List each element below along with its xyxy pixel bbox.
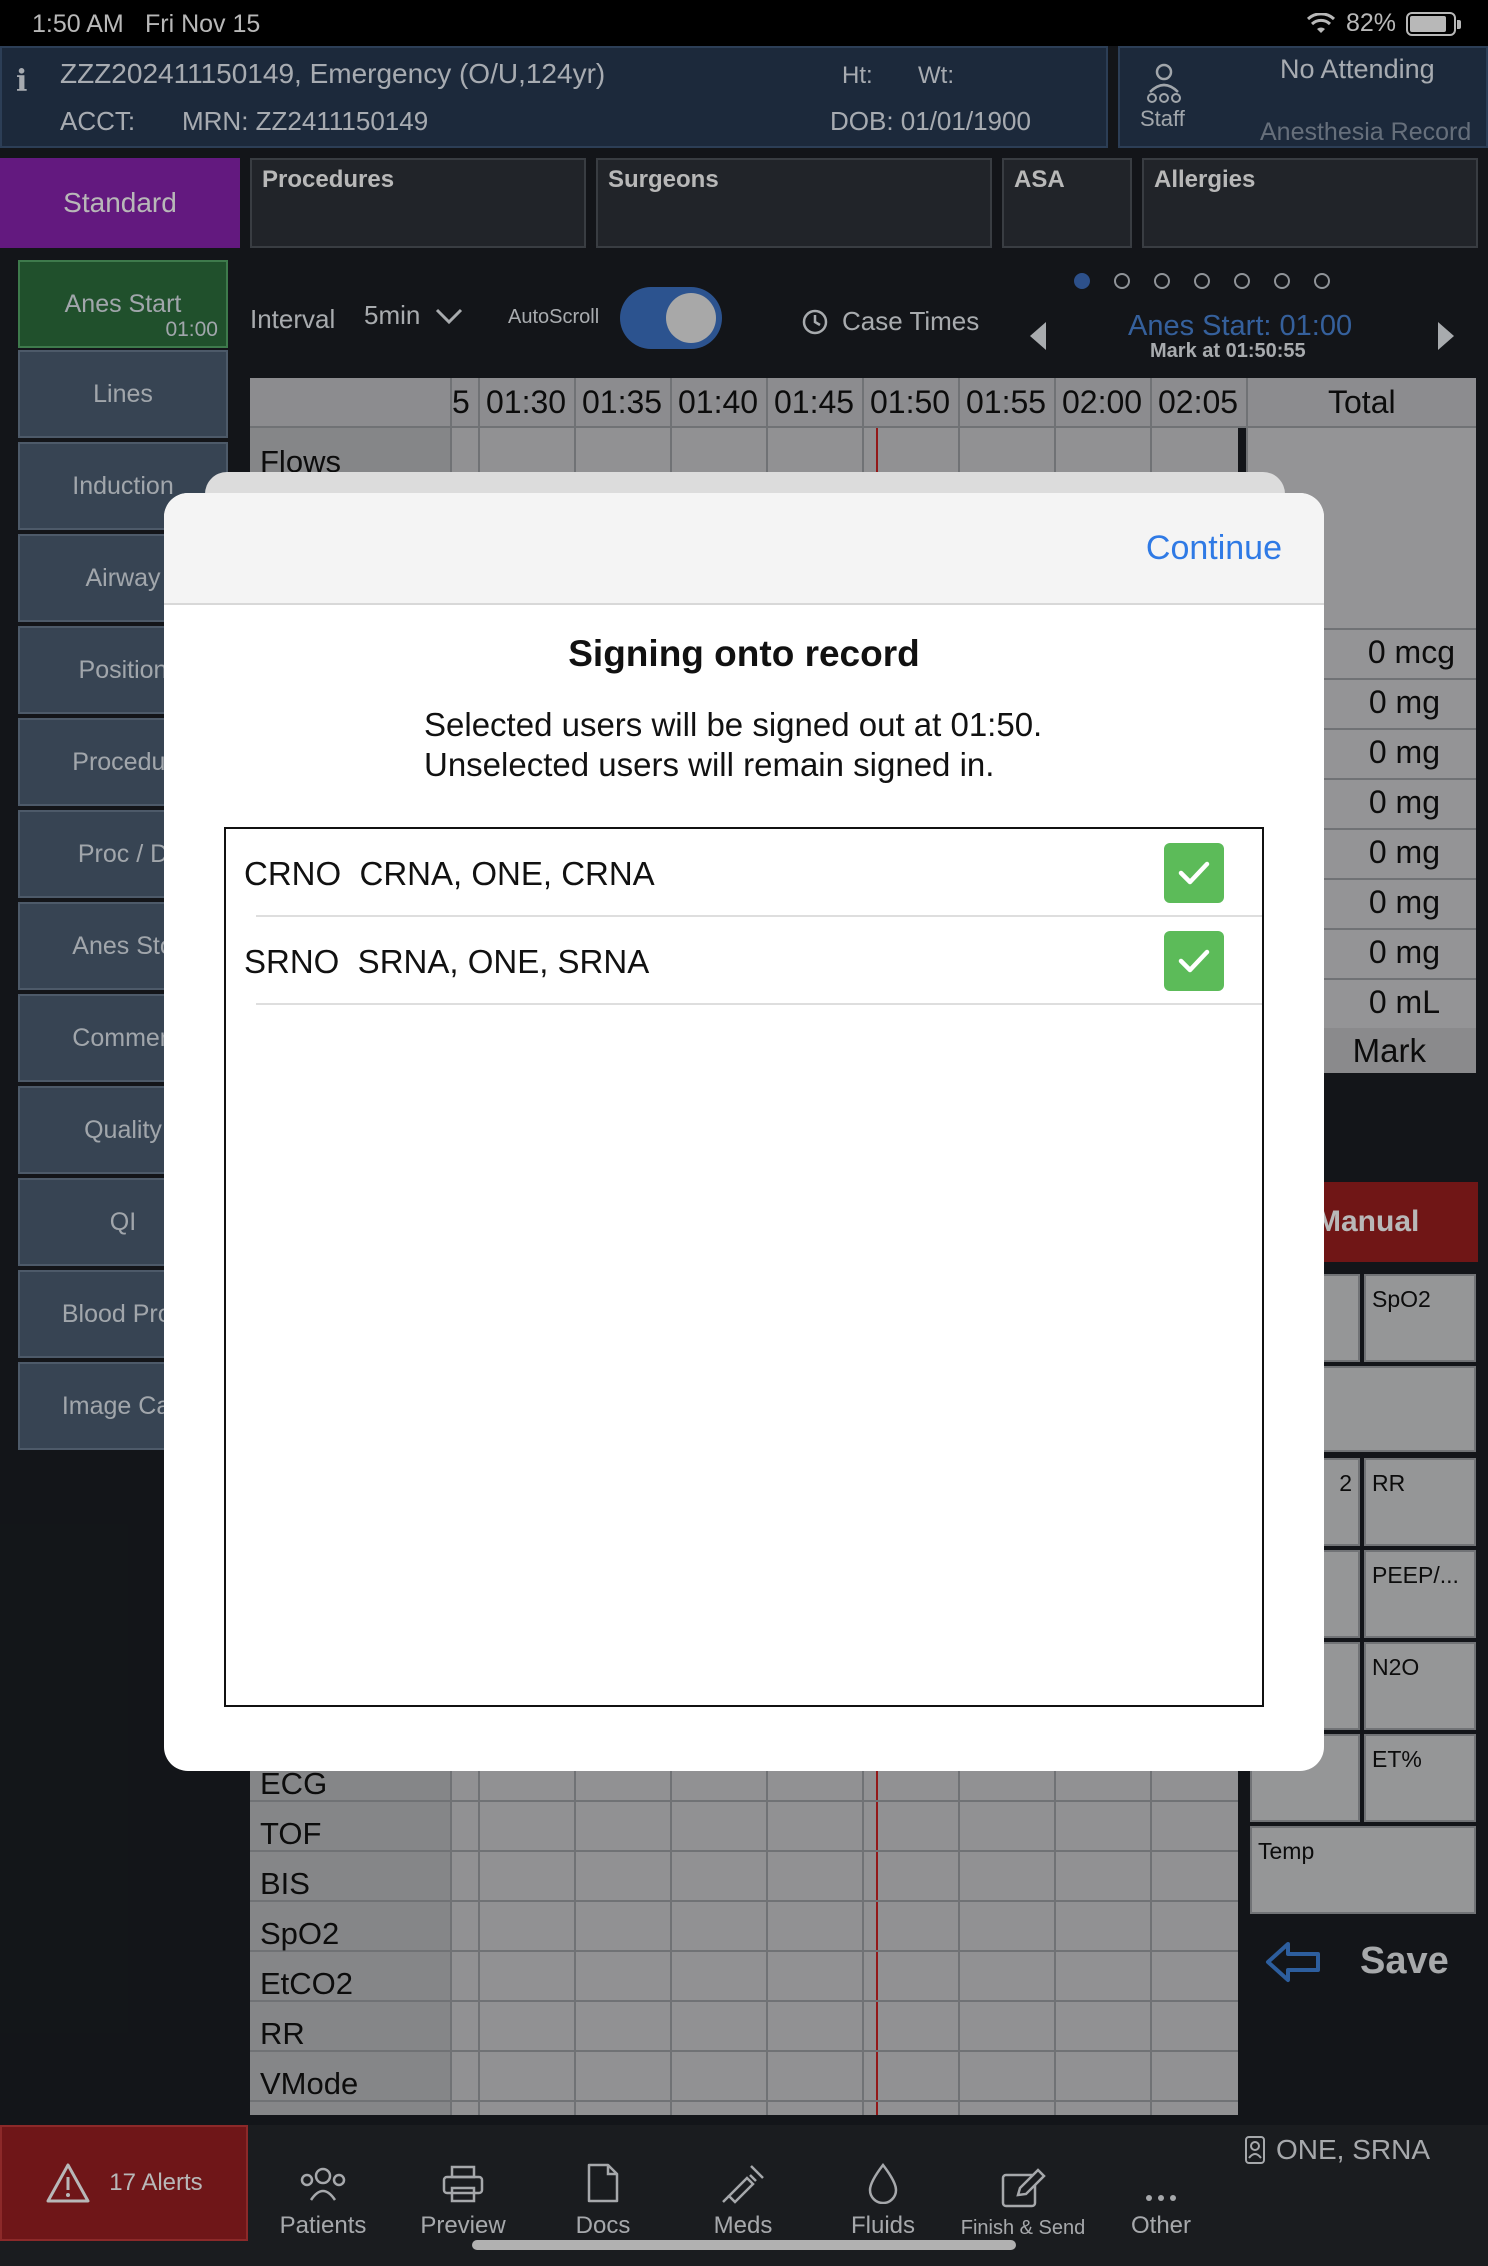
signing-dialog: Continue Signing onto record Selected us… [164,493,1324,1771]
divider [256,1003,1262,1005]
user-list: CRNO CRNA, ONE, CRNA SRNO SRNA, ONE, SRN… [224,827,1264,1707]
checkmark-icon [1178,949,1210,973]
description-line: Selected users will be signed out at 01:… [424,706,1043,743]
dialog-header: Continue [164,493,1324,605]
list-item[interactable]: SRNO SRNA, ONE, SRNA [226,917,1262,1005]
checkmark-icon [1178,861,1210,885]
continue-button[interactable]: Continue [1146,529,1282,568]
dialog-description: Selected users will be signed out at 01:… [424,705,1042,785]
checkbox-checked[interactable] [1164,843,1224,903]
user-entry: SRNO SRNA, ONE, SRNA [244,943,650,980]
user-entry: CRNO CRNA, ONE, CRNA [244,855,655,892]
description-line: Unselected users will remain signed in. [424,746,995,783]
list-item[interactable]: CRNO CRNA, ONE, CRNA [226,829,1262,917]
dialog-title: Signing onto record [568,633,920,674]
checkbox-checked[interactable] [1164,931,1224,991]
